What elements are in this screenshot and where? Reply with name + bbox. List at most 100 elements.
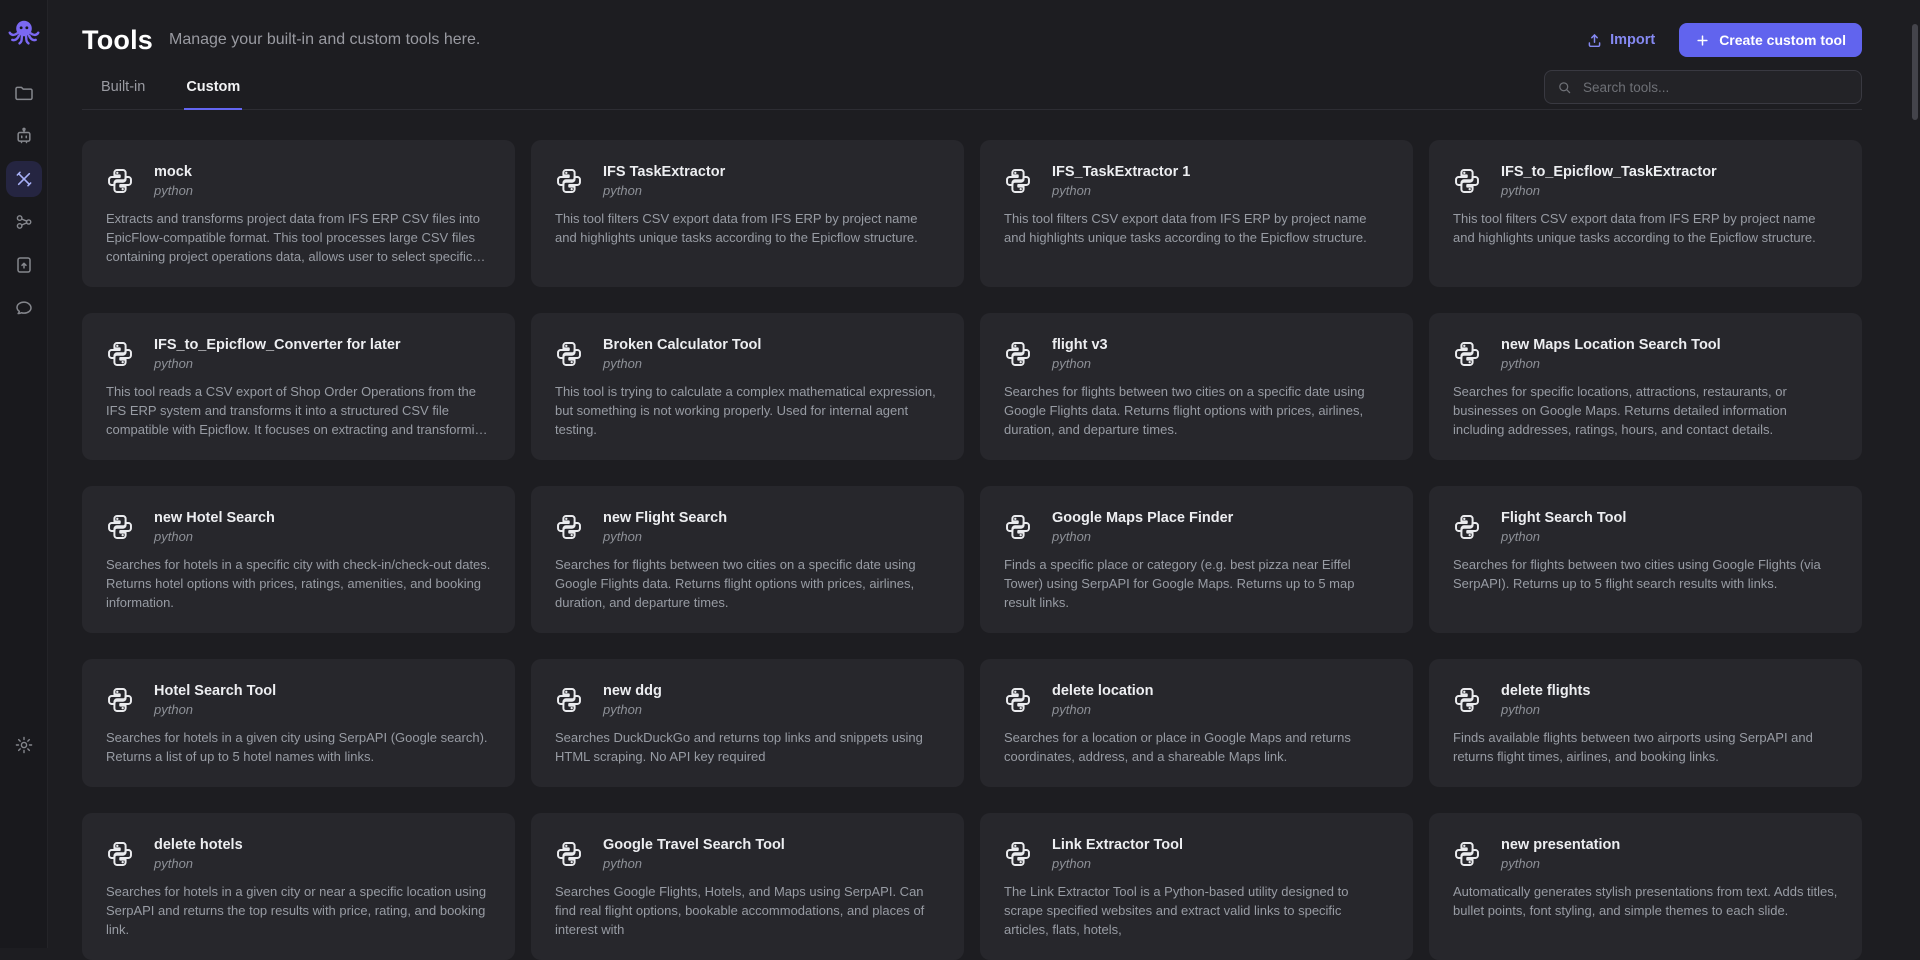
- tool-card[interactable]: new ddg python Searches DuckDuckGo and r…: [531, 659, 964, 787]
- search-box[interactable]: [1544, 70, 1862, 104]
- python-icon: [1453, 686, 1481, 714]
- search-input[interactable]: [1581, 79, 1849, 96]
- page-subtitle: Manage your built-in and custom tools he…: [169, 31, 480, 49]
- tool-card[interactable]: IFS_to_Epicflow_TaskExtractor python Thi…: [1429, 140, 1862, 287]
- import-button-label: Import: [1610, 32, 1655, 48]
- tool-card[interactable]: Broken Calculator Tool python This tool …: [531, 313, 964, 460]
- tool-card[interactable]: new Flight Search python Searches for fl…: [531, 486, 964, 633]
- tool-name: Link Extractor Tool: [1052, 837, 1183, 853]
- sidebar: [0, 0, 48, 948]
- create-custom-tool-label: Create custom tool: [1719, 32, 1846, 48]
- tool-card-header: new Maps Location Search Tool python: [1453, 337, 1838, 371]
- tool-card[interactable]: Flight Search Tool python Searches for f…: [1429, 486, 1862, 633]
- tool-language: python: [1052, 702, 1154, 717]
- tool-card-header: flight v3 python: [1004, 337, 1389, 371]
- tool-language: python: [603, 702, 662, 717]
- tool-language: python: [154, 529, 275, 544]
- python-icon: [1004, 686, 1032, 714]
- tool-name: mock: [154, 164, 193, 180]
- python-icon: [1004, 513, 1032, 541]
- tool-card[interactable]: Google Travel Search Tool python Searche…: [531, 813, 964, 960]
- tool-name: delete hotels: [154, 837, 243, 853]
- python-icon: [106, 686, 134, 714]
- tool-description: Extracts and transforms project data fro…: [106, 210, 491, 267]
- tool-description: This tool is trying to calculate a compl…: [555, 383, 940, 440]
- python-icon: [555, 840, 583, 868]
- tool-description: This tool filters CSV export data from I…: [555, 210, 940, 248]
- sidebar-item-robot[interactable]: [6, 118, 42, 154]
- workflow-nodes-icon: [14, 212, 34, 232]
- tool-description: This tool reads a CSV export of Shop Ord…: [106, 383, 491, 440]
- tool-card[interactable]: delete hotels python Searches for hotels…: [82, 813, 515, 960]
- octopus-logo-icon[interactable]: [6, 15, 42, 51]
- tool-description: The Link Extractor Tool is a Python-base…: [1004, 883, 1389, 940]
- tool-name: IFS TaskExtractor: [603, 164, 725, 180]
- tool-card-titles: delete location python: [1052, 683, 1154, 717]
- tool-card[interactable]: IFS_TaskExtractor 1 python This tool fil…: [980, 140, 1413, 287]
- tool-card[interactable]: delete location python Searches for a lo…: [980, 659, 1413, 787]
- import-button[interactable]: Import: [1586, 32, 1655, 49]
- python-icon: [1004, 167, 1032, 195]
- tool-card[interactable]: Google Maps Place Finder python Finds a …: [980, 486, 1413, 633]
- python-icon: [106, 513, 134, 541]
- scrollbar-thumb[interactable]: [1912, 24, 1918, 120]
- tool-language: python: [603, 183, 725, 198]
- python-icon: [1004, 840, 1032, 868]
- tool-name: Flight Search Tool: [1501, 510, 1626, 526]
- tool-description: Searches Google Flights, Hotels, and Map…: [555, 883, 940, 940]
- tabs: Built-in Custom: [99, 73, 242, 109]
- page-title: Tools: [82, 25, 153, 56]
- sidebar-item-tools[interactable]: [6, 161, 42, 197]
- settings-gear-icon: [14, 735, 34, 755]
- tool-card[interactable]: Link Extractor Tool python The Link Extr…: [980, 813, 1413, 960]
- tab-custom[interactable]: Custom: [184, 73, 242, 110]
- python-icon: [1004, 340, 1032, 368]
- tool-card-header: new Hotel Search python: [106, 510, 491, 544]
- tool-description: Finds a specific place or category (e.g.…: [1004, 556, 1389, 613]
- tool-card-header: IFS_to_Epicflow_TaskExtractor python: [1453, 164, 1838, 198]
- tool-name: new Maps Location Search Tool: [1501, 337, 1721, 353]
- tool-card[interactable]: delete flights python Finds available fl…: [1429, 659, 1862, 787]
- python-icon: [555, 167, 583, 195]
- tool-card[interactable]: new Maps Location Search Tool python Sea…: [1429, 313, 1862, 460]
- tool-language: python: [1501, 856, 1620, 871]
- tool-description: Searches for specific locations, attract…: [1453, 383, 1838, 440]
- tool-name: new ddg: [603, 683, 662, 699]
- sidebar-item-folder[interactable]: [6, 75, 42, 111]
- tool-description: Finds available flights between two airp…: [1453, 729, 1838, 767]
- tool-language: python: [1052, 356, 1108, 371]
- tool-card[interactable]: Hotel Search Tool python Searches for ho…: [82, 659, 515, 787]
- tool-name: Google Maps Place Finder: [1052, 510, 1233, 526]
- tool-card-header: Google Travel Search Tool python: [555, 837, 940, 871]
- tool-card[interactable]: new Hotel Search python Searches for hot…: [82, 486, 515, 633]
- tool-card[interactable]: mock python Extracts and transforms proj…: [82, 140, 515, 287]
- tool-card-header: Google Maps Place Finder python: [1004, 510, 1389, 544]
- sidebar-item-file-upload[interactable]: [6, 247, 42, 283]
- tool-name: new presentation: [1501, 837, 1620, 853]
- tool-card[interactable]: IFS_to_Epicflow_Converter for later pyth…: [82, 313, 515, 460]
- tool-language: python: [1052, 183, 1190, 198]
- tool-name: IFS_to_Epicflow_Converter for later: [154, 337, 401, 353]
- tool-card-titles: new presentation python: [1501, 837, 1620, 871]
- tool-card-titles: flight v3 python: [1052, 337, 1108, 371]
- tool-language: python: [1501, 529, 1626, 544]
- python-icon: [1453, 167, 1481, 195]
- sidebar-item-settings[interactable]: [6, 727, 42, 763]
- tool-card[interactable]: new presentation python Automatically ge…: [1429, 813, 1862, 960]
- app-window: Tools Manage your built-in and custom to…: [0, 0, 1920, 948]
- tool-language: python: [1501, 356, 1721, 371]
- tool-card-header: delete flights python: [1453, 683, 1838, 717]
- sidebar-item-workflows[interactable]: [6, 204, 42, 240]
- file-upload-icon: [14, 255, 34, 275]
- tool-name: new Flight Search: [603, 510, 727, 526]
- tool-card[interactable]: IFS TaskExtractor python This tool filte…: [531, 140, 964, 287]
- python-icon: [1453, 513, 1481, 541]
- tool-card[interactable]: flight v3 python Searches for flights be…: [980, 313, 1413, 460]
- tab-built-in[interactable]: Built-in: [99, 73, 147, 110]
- tool-language: python: [154, 183, 193, 198]
- upload-icon: [1586, 32, 1603, 49]
- tool-description: This tool filters CSV export data from I…: [1453, 210, 1838, 248]
- tool-description: This tool filters CSV export data from I…: [1004, 210, 1389, 248]
- create-custom-tool-button[interactable]: Create custom tool: [1679, 23, 1862, 57]
- sidebar-item-chat[interactable]: [6, 290, 42, 326]
